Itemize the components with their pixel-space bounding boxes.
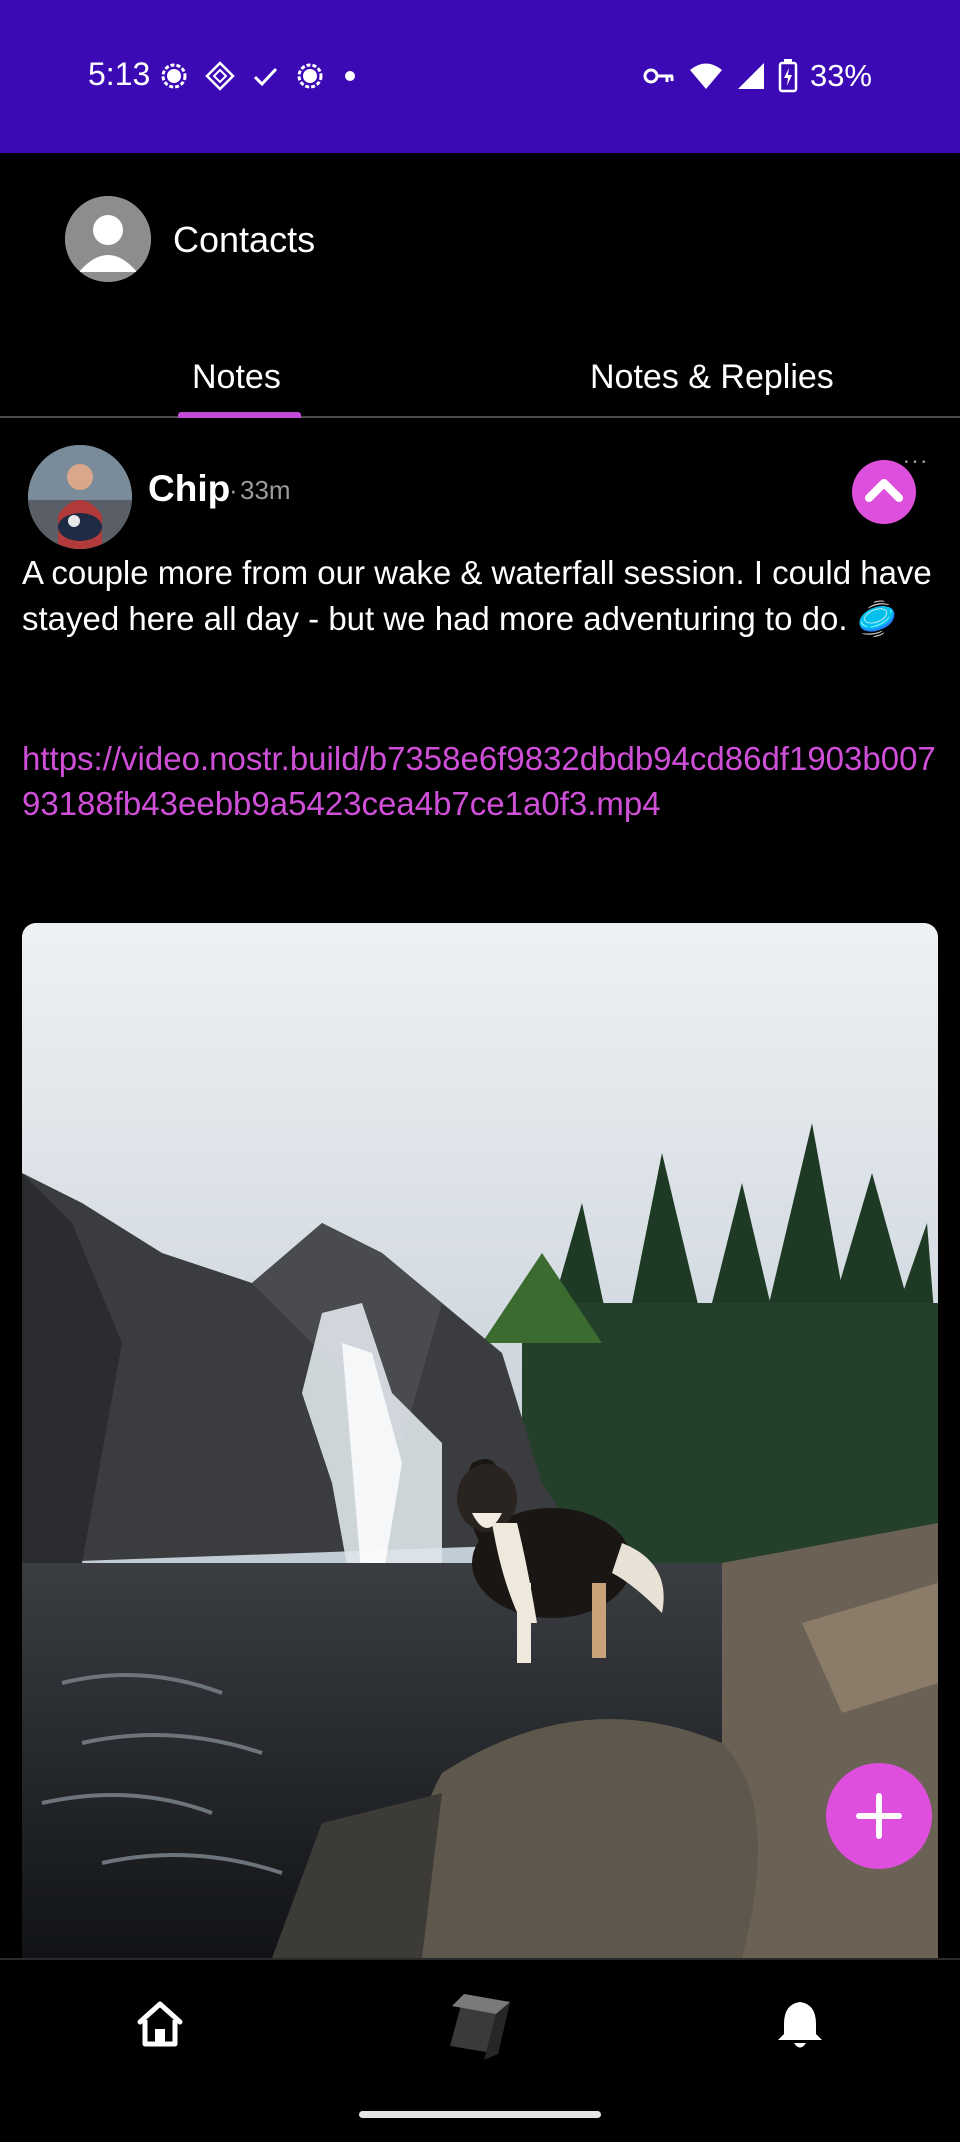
note-card[interactable]: Chip · 33m ... A couple more from our wa… [0,420,960,1958]
battery-charging-icon [778,59,798,93]
cube-icon[interactable] [444,1988,514,2060]
note-link[interactable]: https://video.nostr.build/b7358e6f9832db… [22,736,947,826]
waterfall-dog-photo[interactable] [22,923,938,1958]
tab-notes-and-replies[interactable]: Notes & Replies [590,358,834,397]
signal-app-icon [297,63,323,89]
plus-icon [856,1793,902,1839]
wifi-icon [689,63,722,89]
key-icon [643,68,674,84]
note-text: A couple more from our wake & waterfall … [22,554,932,637]
signal-app-icon [161,63,187,89]
cell-signal-icon [737,63,764,89]
chevron-up-icon[interactable] [852,460,916,524]
battery-percent: 33% [809,58,872,93]
status-time: 5:13 [88,56,151,92]
compose-button[interactable] [826,1763,932,1869]
home-icon[interactable] [132,1996,188,2052]
check-icon [253,67,278,87]
diamond-icon [205,61,235,91]
gesture-home-indicator[interactable] [359,2111,601,2118]
default-avatar-icon[interactable] [65,196,151,282]
author-avatar[interactable] [28,445,132,549]
bell-icon[interactable] [772,1996,828,2052]
tab-bar: Notes Notes & Replies [0,340,960,418]
post-time: 33m [240,475,291,505]
dot-icon [345,71,355,81]
meta-separator: · [229,475,238,505]
bottom-navigation [0,1958,960,2142]
tab-indicator [178,412,301,418]
page-title: Contacts [173,219,316,260]
tab-notes[interactable]: Notes [192,358,281,397]
author-name[interactable]: Chip [148,468,230,510]
profile-header: Contacts [0,153,960,323]
status-bar: 5:13 33% [0,0,960,153]
